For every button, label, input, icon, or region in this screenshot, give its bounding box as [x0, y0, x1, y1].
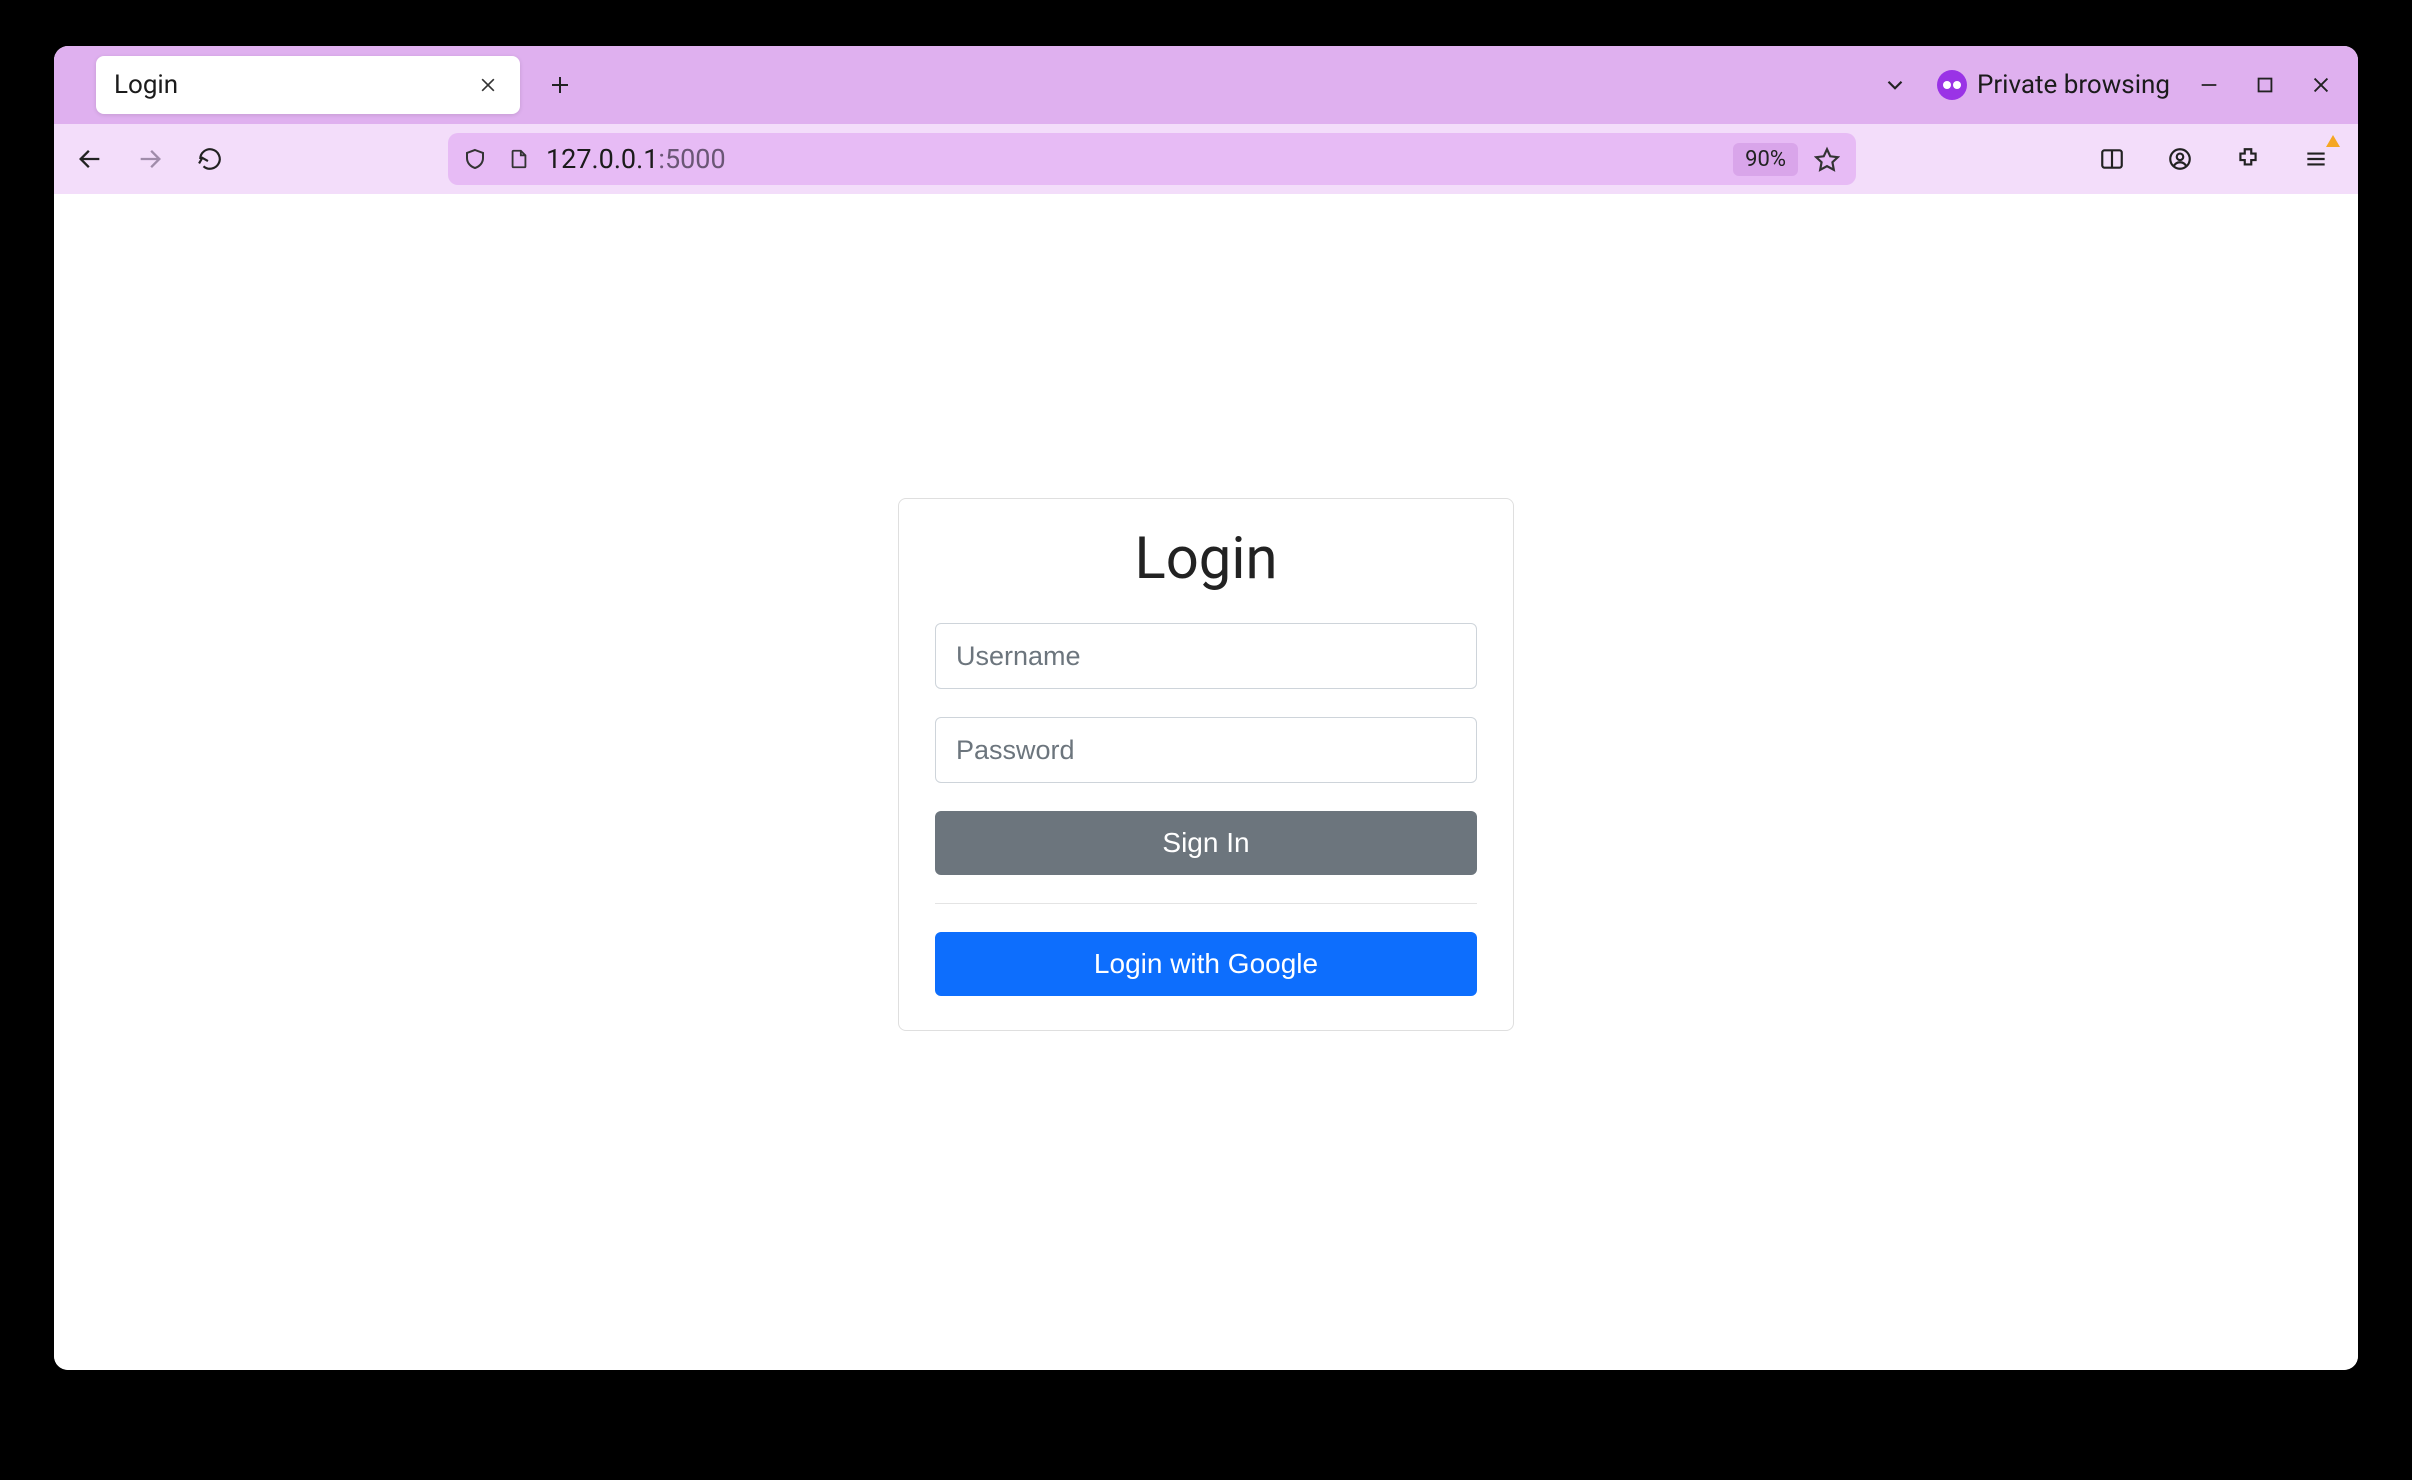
notification-badge-icon — [2326, 135, 2340, 147]
window-maximize-button[interactable] — [2248, 68, 2282, 102]
close-tab-icon[interactable] — [474, 71, 502, 99]
private-browsing-indicator: Private browsing — [1937, 70, 2170, 100]
account-icon[interactable] — [2158, 137, 2202, 181]
zoom-level-badge[interactable]: 90% — [1733, 143, 1798, 176]
browser-toolbar: 127.0.0.1:5000 90% — [54, 124, 2358, 194]
signin-button[interactable]: Sign In — [935, 811, 1477, 875]
nav-reload-button[interactable] — [188, 137, 232, 181]
divider — [935, 903, 1477, 904]
private-mask-icon — [1937, 70, 1967, 100]
username-input[interactable] — [935, 623, 1477, 689]
address-bar[interactable]: 127.0.0.1:5000 90% — [448, 133, 1856, 185]
toolbar-right-icons — [2090, 137, 2344, 181]
new-tab-button[interactable] — [538, 63, 582, 107]
tab-strip: Login Private browsing — [54, 46, 2358, 124]
address-text: 127.0.0.1:5000 — [546, 143, 726, 175]
extensions-icon[interactable] — [2226, 137, 2270, 181]
browser-tab[interactable]: Login — [96, 56, 520, 114]
tabstrip-right-controls: Private browsing — [1875, 65, 2348, 105]
password-input[interactable] — [935, 717, 1477, 783]
nav-back-button[interactable] — [68, 137, 112, 181]
screen: Login Private browsing — [0, 0, 2412, 1480]
reader-view-icon[interactable] — [2090, 137, 2134, 181]
app-menu-button[interactable] — [2294, 137, 2338, 181]
window-minimize-button[interactable] — [2192, 68, 2226, 102]
login-card: Login Sign In Login with Google — [898, 498, 1514, 1031]
private-browsing-label: Private browsing — [1977, 70, 2170, 100]
address-host: 127.0.0.1 — [546, 143, 658, 175]
window-close-button[interactable] — [2304, 68, 2338, 102]
browser-window: Login Private browsing — [54, 46, 2358, 1370]
page-viewport: Login Sign In Login with Google — [54, 194, 2358, 1370]
tab-title: Login — [114, 70, 178, 100]
shield-icon[interactable] — [458, 142, 492, 176]
page-info-icon[interactable] — [502, 142, 536, 176]
login-heading: Login — [935, 525, 1477, 593]
login-google-button[interactable]: Login with Google — [935, 932, 1477, 996]
bookmark-star-icon[interactable] — [1808, 140, 1846, 178]
nav-forward-button[interactable] — [128, 137, 172, 181]
tabs-dropdown-button[interactable] — [1875, 65, 1915, 105]
address-port: :5000 — [658, 143, 725, 175]
